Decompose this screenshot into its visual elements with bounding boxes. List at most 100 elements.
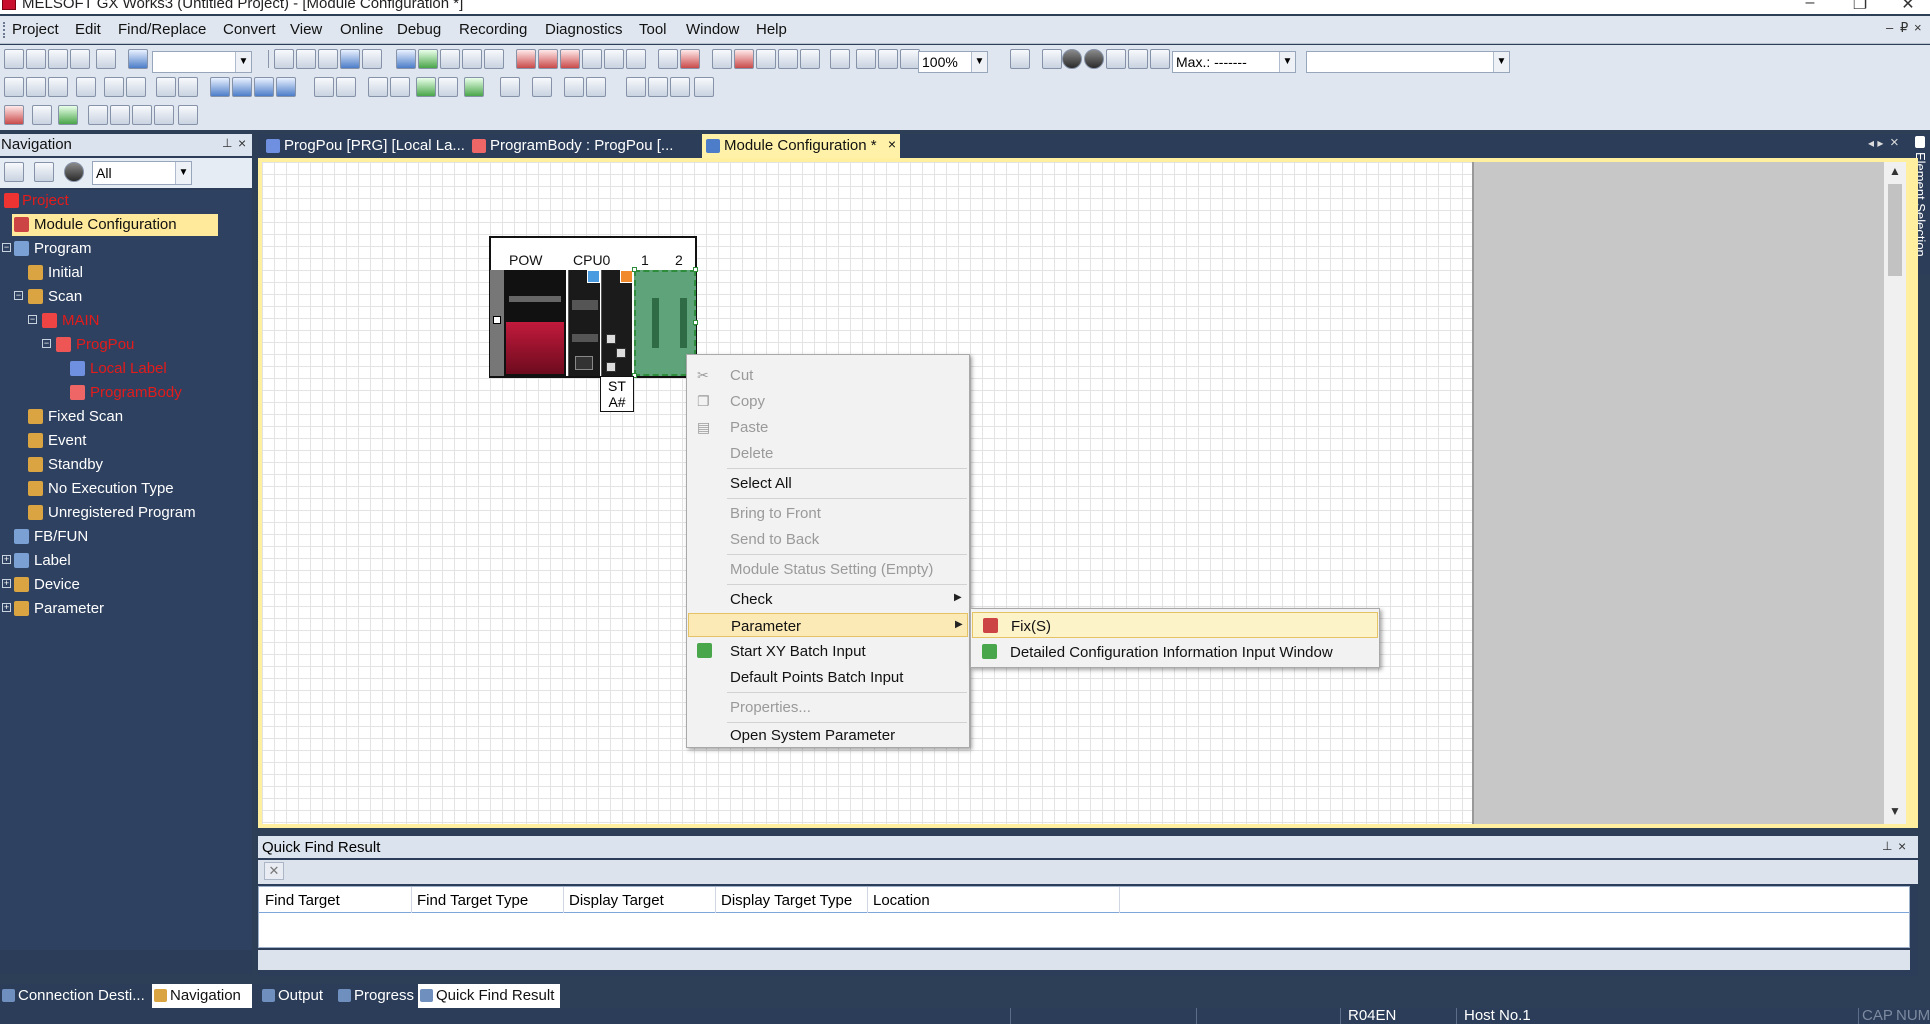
tree-item-initial[interactable]: Initial xyxy=(0,262,220,284)
monitor-icon[interactable] xyxy=(418,49,438,69)
close-document-icon[interactable]: × xyxy=(1890,134,1899,151)
zoom-slider-icon[interactable] xyxy=(900,49,920,69)
module-icon[interactable] xyxy=(1010,49,1030,69)
collapse-icon[interactable]: − xyxy=(2,243,11,252)
menu-item-open-system-parameter[interactable]: Open System Parameter xyxy=(688,723,968,747)
tree-item-no-execution-type[interactable]: No Execution Type xyxy=(0,478,230,500)
help-icon[interactable] xyxy=(128,49,148,69)
draw-line-icon[interactable] xyxy=(88,105,108,125)
convert-icon[interactable] xyxy=(440,49,460,69)
device-c-icon[interactable] xyxy=(254,77,274,97)
device-a-icon[interactable] xyxy=(210,77,230,97)
tree-item-event[interactable]: Event xyxy=(0,430,220,452)
expand-icon[interactable]: + xyxy=(2,603,11,612)
device-icon[interactable] xyxy=(396,49,416,69)
fit-icon[interactable] xyxy=(830,49,850,69)
toolbar-combo-2[interactable]: ▼ xyxy=(1306,51,1510,73)
menu-project[interactable]: Project xyxy=(12,21,59,38)
contact-icon[interactable] xyxy=(26,77,46,97)
tab-connection-destination[interactable]: Connection Desti... xyxy=(0,984,150,1008)
menu-item-copy[interactable]: ❐ Copy xyxy=(688,389,968,413)
tree-item-progpou[interactable]: − ProgPou xyxy=(0,334,220,356)
io-module-slot-1[interactable] xyxy=(601,270,632,376)
zoom-in-icon[interactable] xyxy=(856,49,876,69)
tab-scroll-arrows-icon[interactable]: ◂ ▸ xyxy=(1868,136,1883,150)
zoom-combo[interactable]: 100% ▼ xyxy=(918,51,988,73)
tab-program-body[interactable]: ProgramBody : ProgPou [... xyxy=(468,134,673,158)
menu-item-start-xy-batch-input[interactable]: Start XY Batch Input xyxy=(688,639,968,663)
close-window-button[interactable]: ✕ xyxy=(1888,0,1928,14)
copy-icon[interactable] xyxy=(296,49,316,69)
mdi-minimize-button[interactable]: – xyxy=(1886,20,1893,35)
menu-edit[interactable]: Edit xyxy=(75,21,101,38)
paste-icon[interactable] xyxy=(318,49,338,69)
pin-icon[interactable]: ⊥ xyxy=(1882,839,1892,853)
menu-help[interactable]: Help xyxy=(756,21,787,38)
cpu-module[interactable] xyxy=(568,270,600,376)
vertical-scrollbar[interactable]: ▲ ▼ xyxy=(1884,162,1906,824)
minimize-button[interactable]: – xyxy=(1790,0,1830,12)
batch-icon[interactable] xyxy=(438,77,458,97)
line-icon[interactable] xyxy=(104,77,124,97)
diagnostics-icon[interactable] xyxy=(658,49,678,69)
monitor-stop-icon[interactable] xyxy=(626,49,646,69)
toolbar-combo-1[interactable]: ▼ xyxy=(152,51,252,73)
selection-handle[interactable] xyxy=(693,267,698,272)
collapse-icon[interactable]: − xyxy=(14,291,23,300)
layout-icon[interactable] xyxy=(778,49,798,69)
close-icon[interactable]: × xyxy=(1898,838,1906,854)
menu-diagnostics[interactable]: Diagnostics xyxy=(545,21,623,38)
search-icon[interactable] xyxy=(314,77,334,97)
tree-item-unregistered-program[interactable]: Unregistered Program xyxy=(0,502,240,524)
tree-item-module-configuration[interactable]: Module Configuration xyxy=(12,214,218,236)
menu-item-module-status-setting[interactable]: Module Status Setting (Empty) xyxy=(688,557,968,581)
selection-handle[interactable] xyxy=(632,267,637,272)
quick-find-horizontal-scroll[interactable] xyxy=(258,950,1910,970)
remote-op-icon[interactable] xyxy=(582,49,602,69)
write-plc-icon[interactable] xyxy=(516,49,536,69)
print-setup-icon[interactable] xyxy=(756,49,776,69)
new-project-icon[interactable] xyxy=(4,49,24,69)
menu-item-bring-to-front[interactable]: Bring to Front xyxy=(688,501,968,525)
menu-item-cut[interactable]: ✂ Cut xyxy=(688,363,968,387)
column-divider[interactable] xyxy=(715,887,716,913)
convert-all-icon[interactable] xyxy=(462,49,482,69)
expand-icon[interactable]: + xyxy=(2,555,11,564)
column-divider[interactable] xyxy=(563,887,564,913)
table-icon[interactable] xyxy=(126,77,146,97)
selection-handle[interactable] xyxy=(693,320,698,325)
compile-icon[interactable] xyxy=(484,49,504,69)
menu-debug[interactable]: Debug xyxy=(397,21,441,38)
ladder-icon[interactable] xyxy=(4,77,24,97)
menu-tool[interactable]: Tool xyxy=(639,21,667,38)
device-list-icon[interactable] xyxy=(390,77,410,97)
tab-progress[interactable]: Progress xyxy=(336,984,418,1008)
menu-recording[interactable]: Recording xyxy=(459,21,527,38)
menu-convert[interactable]: Convert xyxy=(223,21,276,38)
draw-text-icon[interactable] xyxy=(154,105,174,125)
undo-arrow-icon[interactable] xyxy=(340,49,360,69)
properties-icon[interactable] xyxy=(670,77,690,97)
tree-item-main[interactable]: − MAIN xyxy=(0,310,220,332)
scroll-down-icon[interactable]: ▼ xyxy=(1889,804,1901,818)
tree-item-label[interactable]: + Label xyxy=(0,550,220,572)
column-divider[interactable] xyxy=(1119,887,1120,913)
redo-arrow-icon[interactable] xyxy=(362,49,382,69)
find-icon[interactable] xyxy=(564,77,584,97)
sort-icon[interactable] xyxy=(586,77,606,97)
tree-item-project[interactable]: Project xyxy=(0,190,220,212)
gear-icon[interactable] xyxy=(64,162,84,182)
step-out-icon[interactable] xyxy=(1150,49,1170,69)
navigation-filter-combo[interactable]: All ▼ xyxy=(92,161,192,185)
mdi-restore-button[interactable]: ₽ xyxy=(1900,20,1908,36)
close-icon[interactable]: × xyxy=(238,135,246,151)
save-project-icon[interactable] xyxy=(48,49,68,69)
device-b-icon[interactable] xyxy=(232,77,252,97)
menu-item-paste[interactable]: ▤ Paste xyxy=(688,415,968,439)
print-icon[interactable] xyxy=(70,49,90,69)
tree-item-scan[interactable]: − Scan xyxy=(0,286,220,308)
step-icon[interactable] xyxy=(1106,49,1126,69)
menu-item-parameter[interactable]: Parameter ▶ xyxy=(688,613,968,637)
scrollbar-thumb[interactable] xyxy=(1888,184,1902,276)
binary-icon[interactable] xyxy=(156,77,176,97)
